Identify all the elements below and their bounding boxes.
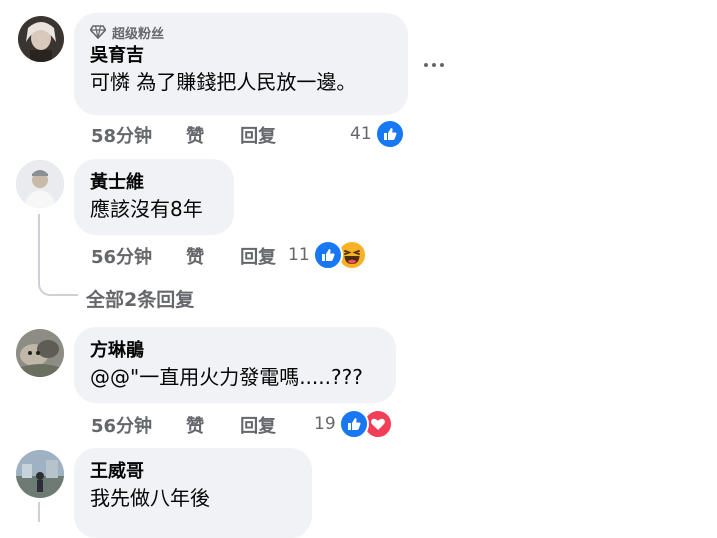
- comment-bubble: 超级粉丝 吳育吉 可憐 為了賺錢把人民放一邊。: [74, 13, 408, 115]
- comment-text: 可憐 為了賺錢把人民放一邊。: [90, 70, 357, 94]
- comment-timestamp[interactable]: 56分钟: [91, 243, 152, 269]
- reply-button[interactable]: 回复: [240, 122, 276, 148]
- avatar-image: [16, 160, 64, 208]
- diamond-icon: [90, 25, 106, 39]
- avatar[interactable]: [18, 16, 64, 62]
- reply-button[interactable]: 回复: [240, 412, 276, 438]
- commenter-name[interactable]: 方琳鵑: [90, 339, 380, 363]
- avatar-image: [16, 450, 64, 498]
- comment-actions: 56分钟 赞 回复: [91, 412, 312, 438]
- comment-bubble: 王威哥 我先做八年後: [74, 448, 312, 538]
- top-fan-badge: 超级粉丝: [90, 23, 392, 42]
- avatar[interactable]: [16, 450, 64, 498]
- commenter-name[interactable]: 黃士維: [90, 171, 218, 195]
- more-options-icon[interactable]: [424, 58, 448, 72]
- reaction-count: 41: [350, 124, 372, 144]
- comment-text: 應該沒有8年: [90, 197, 203, 221]
- comment-timestamp[interactable]: 58分钟: [91, 122, 152, 148]
- comment-text: @@"一直用火力發電嗎.....???: [90, 365, 363, 389]
- commenter-name[interactable]: 吳育吉: [90, 44, 392, 68]
- reaction-count: 11: [288, 245, 310, 265]
- reaction-summary[interactable]: 19: [314, 409, 393, 439]
- thread-connector: [38, 214, 78, 296]
- view-replies-link[interactable]: 全部2条回复: [86, 285, 194, 312]
- avatar[interactable]: [16, 329, 64, 377]
- like-button[interactable]: 赞: [186, 122, 204, 148]
- avatar-image: [16, 329, 64, 377]
- avatar[interactable]: [16, 160, 64, 208]
- thread-connector: [38, 502, 40, 522]
- comment-bubble: 方琳鵑 @@"一直用火力發電嗎.....???: [74, 327, 396, 403]
- like-reaction-icon: [338, 409, 369, 439]
- like-reaction-icon: [312, 240, 343, 270]
- commenter-name[interactable]: 王威哥: [90, 460, 296, 484]
- comment-actions: 58分钟 赞 回复: [91, 122, 312, 148]
- avatar-image: [18, 16, 64, 62]
- comment-actions: 56分钟 赞 回复: [91, 243, 312, 269]
- reaction-count: 19: [314, 414, 336, 434]
- reaction-summary[interactable]: 11: [288, 240, 367, 270]
- reply-button[interactable]: 回复: [240, 243, 276, 269]
- like-button[interactable]: 赞: [186, 243, 204, 269]
- like-reaction-icon: [374, 119, 405, 149]
- comment-text: 我先做八年後: [90, 486, 210, 510]
- reaction-summary[interactable]: 41: [350, 119, 405, 149]
- comment-bubble: 黃士維 應該沒有8年: [74, 159, 234, 235]
- like-button[interactable]: 赞: [186, 412, 204, 438]
- comment-timestamp[interactable]: 56分钟: [91, 412, 152, 438]
- badge-label: 超级粉丝: [112, 26, 165, 42]
